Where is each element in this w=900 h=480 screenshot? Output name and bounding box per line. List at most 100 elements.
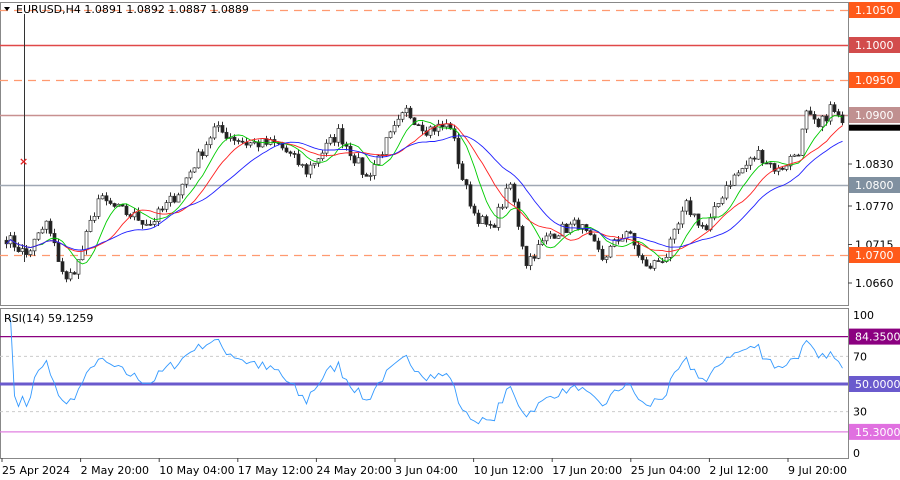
level-price-label: 1.0700 (855, 249, 894, 262)
candle-body (192, 167, 197, 173)
candle-body (644, 259, 649, 267)
time-label: 17 May 12:00 (238, 464, 313, 477)
candle-body (392, 125, 397, 133)
candle-body (164, 202, 169, 210)
candle-body (484, 216, 489, 225)
time-label: 9 Jul 20:00 (788, 464, 847, 477)
candle-body (296, 153, 301, 166)
time-label: 3 Jun 04:00 (395, 464, 458, 477)
candle-body (508, 183, 513, 189)
candle-body (632, 232, 637, 246)
candle-body (208, 137, 213, 146)
candle-body (532, 256, 537, 259)
candle-body (396, 118, 401, 126)
candle-body (32, 238, 37, 252)
candle-body (456, 137, 461, 165)
rsi-line (10, 317, 843, 425)
candle-body (124, 205, 129, 215)
level-price-label: 1.0900 (855, 109, 894, 122)
candle-body (220, 125, 225, 133)
current-price-box (849, 124, 900, 131)
candle-body (300, 164, 305, 166)
ma-line-slow (6, 135, 843, 251)
price-tick-label: 1.0830 (855, 158, 894, 171)
candle-body (628, 231, 633, 234)
candle-body (592, 234, 597, 242)
level-price-label: 1.0950 (855, 74, 894, 87)
candle-body (572, 219, 577, 225)
candle-body (332, 137, 337, 143)
candle-body (248, 142, 253, 146)
candle-body (548, 233, 553, 237)
candle-body (328, 137, 333, 144)
candle-body (232, 136, 237, 141)
candle-body (544, 235, 549, 242)
candle-body (732, 174, 737, 186)
candle-body (388, 131, 393, 139)
candle-body (744, 164, 749, 169)
candle-body (56, 242, 61, 262)
chart-canvas[interactable]: × 1.08301.07701.07151.06601.10501.10001.0… (0, 0, 900, 480)
candle-body (16, 246, 21, 252)
candle-body (796, 154, 801, 157)
candle-body (88, 219, 93, 232)
time-label: 25 Apr 2024 (2, 464, 70, 477)
candle-body (608, 245, 613, 258)
candle-body (188, 171, 193, 179)
candle-body (720, 197, 725, 204)
price-tick-label: 1.0770 (855, 200, 894, 213)
candle-body (600, 248, 605, 260)
candle-body (288, 151, 293, 154)
candle-body (292, 153, 297, 155)
candle-body (404, 107, 409, 114)
candle-body (756, 149, 761, 160)
candle-body (340, 128, 345, 145)
candle-body (72, 272, 77, 275)
candle-body (676, 223, 681, 230)
candle-body (28, 250, 33, 255)
time-label: 25 Jun 04:00 (631, 464, 701, 477)
time-label: 2 Jul 12:00 (709, 464, 768, 477)
candle-body (684, 200, 689, 212)
candle-body (324, 142, 329, 154)
time-label: 17 Jun 20:00 (552, 464, 622, 477)
candle-body (44, 220, 49, 230)
candle-body (136, 211, 141, 221)
candle-body (100, 195, 105, 200)
candle-body (224, 131, 229, 139)
rsi-tick-label: 0 (853, 447, 860, 460)
candle-body (96, 198, 101, 217)
rsi-tick-label: 70 (853, 350, 867, 363)
candle-body (740, 168, 745, 174)
candle-body (712, 206, 717, 219)
candle-body (24, 248, 29, 255)
candle-body (492, 224, 497, 228)
candle-body (660, 261, 665, 263)
candle-body (308, 164, 313, 175)
candle-body (240, 140, 245, 143)
cross-marker-icon: × (19, 155, 28, 168)
candle-body (752, 157, 757, 160)
candle-body (476, 212, 481, 224)
candle-body (596, 240, 601, 250)
candle-body (356, 157, 361, 164)
candle-body (680, 210, 685, 225)
candle-body (312, 162, 317, 166)
candle-body (140, 220, 145, 225)
candle-body (784, 165, 789, 170)
candle-body (824, 115, 829, 122)
candle-body (400, 112, 405, 120)
ma-line-mid (6, 123, 843, 253)
candle-body (176, 194, 181, 203)
chart-title: EURUSD,H4 1.0891 1.0892 1.0887 1.0889 (16, 3, 249, 16)
candle-body (636, 244, 641, 256)
candle-body (700, 224, 705, 227)
candle-body (820, 115, 825, 128)
candle-body (360, 157, 365, 175)
candle-body (348, 145, 353, 157)
candle-body (780, 167, 785, 170)
candle-body (804, 110, 809, 130)
candle-body (704, 225, 709, 231)
candle-body (148, 223, 153, 226)
candle-body (416, 124, 421, 127)
